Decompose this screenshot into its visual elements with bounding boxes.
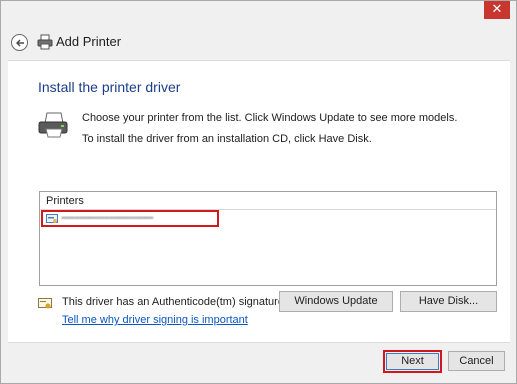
wizard-content: Install the printer driver Choose your p… xyxy=(8,60,510,343)
instruction-line-1: Choose your printer from the list. Click… xyxy=(82,112,458,124)
title-bar: ✕ Add Printer xyxy=(1,1,516,61)
wizard-footer: Next Cancel xyxy=(1,343,516,383)
windows-update-button[interactable]: Windows Update xyxy=(279,291,393,312)
printer-large-icon xyxy=(38,112,68,138)
printer-model-name: ▪▪▪▪▪▪▪▪▪▪▪▪▪▪▪▪▪▪▪▪▪▪▪▪▪▪▪▪▪▪▪▪▪▪▪▪ xyxy=(61,213,154,224)
printer-driver-icon xyxy=(46,214,58,223)
signature-status: This driver has an Authenticode(tm) sign… xyxy=(62,296,288,308)
instruction-line-2: To install the driver from an installati… xyxy=(82,133,372,145)
list-item[interactable]: ▪▪▪▪▪▪▪▪▪▪▪▪▪▪▪▪▪▪▪▪▪▪▪▪▪▪▪▪▪▪▪▪▪▪▪▪ xyxy=(41,210,219,227)
cancel-button[interactable]: Cancel xyxy=(448,351,505,371)
certificate-icon xyxy=(38,298,52,309)
close-button[interactable]: ✕ xyxy=(484,1,510,19)
back-arrow-icon xyxy=(16,39,24,47)
page-title: Install the printer driver xyxy=(38,79,181,95)
have-disk-button[interactable]: Have Disk... xyxy=(400,291,497,312)
printer-icon xyxy=(37,34,53,50)
driver-signing-link[interactable]: Tell me why driver signing is important xyxy=(62,314,248,326)
printers-list-header: Printers xyxy=(40,192,496,210)
add-printer-window: ✕ Add Printer Install the printer driver… xyxy=(0,0,517,384)
back-button[interactable] xyxy=(11,34,28,51)
window-title: Add Printer xyxy=(56,34,122,49)
next-button-highlight: Next xyxy=(383,350,442,373)
printers-list[interactable]: Printers ▪▪▪▪▪▪▪▪▪▪▪▪▪▪▪▪▪▪▪▪▪▪▪▪▪▪▪▪▪▪▪… xyxy=(39,191,497,286)
next-button[interactable]: Next xyxy=(386,353,439,370)
